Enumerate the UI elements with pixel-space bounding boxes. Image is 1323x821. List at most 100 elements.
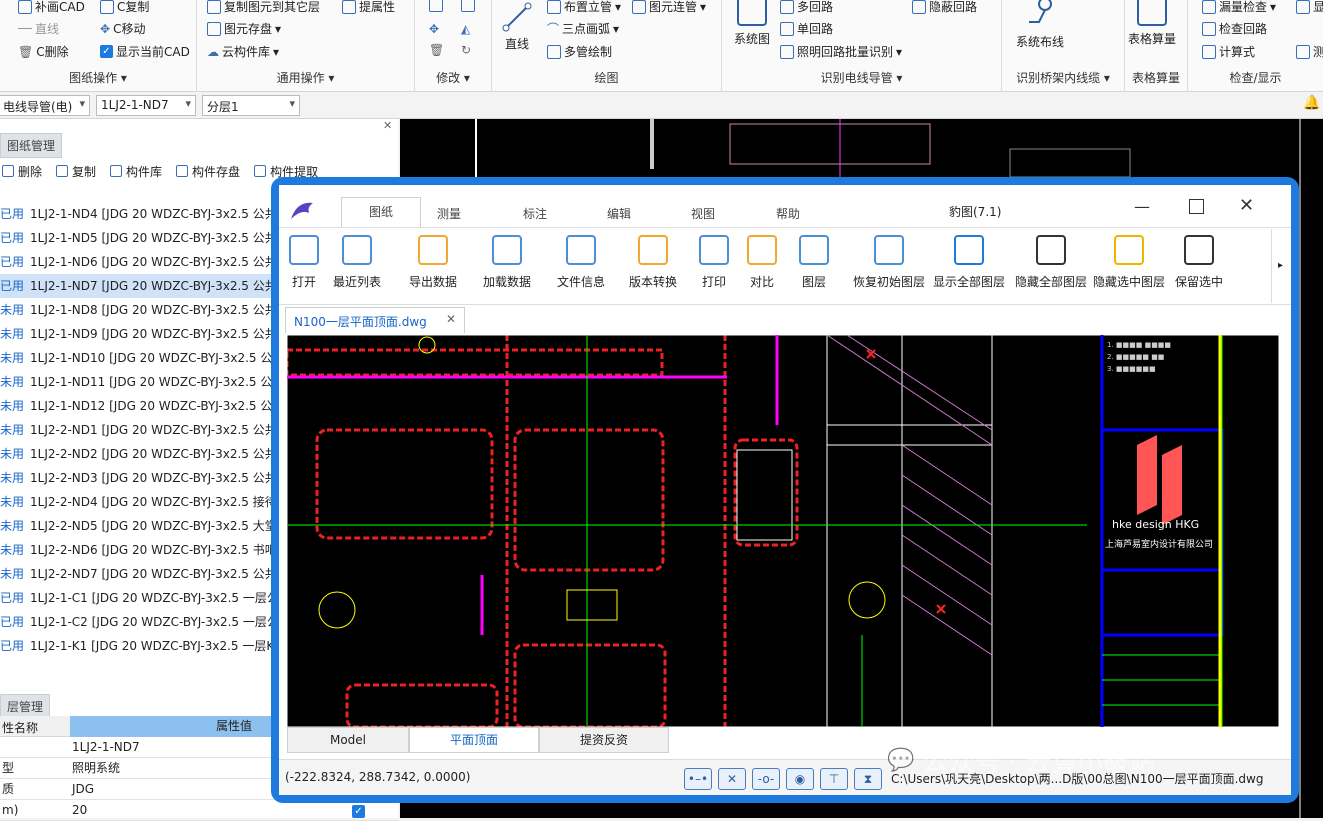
recent-list-button[interactable]: 最近列表 [333, 235, 381, 290]
layout-tab-plan[interactable]: 平面顶面 [409, 727, 539, 753]
check-icon [1202, 0, 1216, 14]
layout-tab-model[interactable]: Model [287, 727, 409, 753]
panther-logo-icon [289, 199, 317, 226]
mirror-tool-icon[interactable] [461, 0, 475, 12]
restore-layers-button[interactable]: 恢复初始图层 [853, 235, 925, 290]
display-button[interactable]: 显示 [1296, 0, 1323, 15]
usage-status: 未用 [0, 351, 25, 365]
button-label: 文件信息 [557, 275, 606, 289]
drawing-label: 1LJ2-1-K1 [JDG 20 WDZC-BYJ-3x2.5 一层K [30, 639, 275, 653]
close-icon[interactable]: ✕ [383, 119, 392, 132]
move-tool-icon[interactable]: ✥ [429, 22, 439, 36]
tab-edit[interactable]: 编辑 [607, 205, 631, 222]
copy-to-layer-button[interactable]: 复制图元到其它层 [207, 0, 320, 15]
drawing-label: 1LJ2-2-ND4 [JDG 20 WDZC-BYJ-3x2.5 接待 [30, 495, 277, 509]
baotu-window: 图纸 测量 标注 编辑 视图 帮助 豹图(7.1) — ✕ 打开 最近列表 导出数据… [271, 177, 1299, 803]
tab-annotate[interactable]: 标注 [523, 205, 547, 222]
usage-status: 未用 [0, 567, 25, 581]
ribbon-scroll-right-icon[interactable]: ▸ [1271, 229, 1289, 303]
patch-cad-button[interactable]: 补画CAD [18, 0, 85, 15]
copy-button[interactable]: 复制 [56, 159, 96, 183]
single-loop-button[interactable]: 单回路 [780, 20, 833, 37]
show-current-cad-checkbox[interactable]: ✓ 显示当前CAD [100, 43, 190, 60]
layer-select[interactable]: 分层1 [202, 95, 300, 116]
snap-cross-icon[interactable]: ✕ [718, 768, 746, 790]
tab-help[interactable]: 帮助 [776, 205, 800, 222]
cloud-library-button[interactable]: ☁ 云构件库 ▾ [207, 43, 279, 60]
multi-loop-button[interactable]: 多回路 [780, 0, 833, 15]
missing-check-button[interactable]: 漏量检查 ▾ [1202, 0, 1276, 15]
close-icon[interactable]: ✕ [1239, 195, 1254, 216]
delete-tool-icon[interactable]: 🗑 [429, 43, 444, 57]
open-button[interactable]: 打开 [289, 235, 319, 290]
print-button[interactable]: 打印 [699, 235, 729, 290]
snap-hourglass-icon[interactable]: ⧗ [854, 768, 882, 790]
snap-perpendicular-icon[interactable]: ⊤ [820, 768, 848, 790]
save-element-button[interactable]: 图元存盘 ▾ [207, 20, 281, 37]
svg-text:1. ■■■■ ■■■■: 1. ■■■■ ■■■■ [1107, 341, 1171, 349]
table-quantity-button[interactable]: 表格算量 [1128, 0, 1176, 47]
element-connect-button[interactable]: 图元连管 ▾ [632, 0, 706, 15]
export-data-button[interactable]: 导出数据 [409, 235, 457, 290]
bell-icon[interactable]: 🔔 [1303, 95, 1320, 111]
close-tab-icon[interactable]: ✕ [446, 312, 456, 326]
document-tab-label: N100一层平面顶面.dwg [294, 315, 427, 329]
draw-line-button[interactable]: 直线 [502, 2, 532, 52]
drawing-label: 1LJ2-1-ND9 [JDG 20 WDZC-BYJ-3x2.5 公共 [30, 327, 277, 341]
snap-midpoint-icon[interactable]: -o- [752, 768, 780, 790]
multi-pipe-button[interactable]: 多管绘制 [547, 43, 612, 60]
check-loop-button[interactable]: 检查回路 [1202, 20, 1267, 37]
load-data-button[interactable]: 加载数据 [483, 235, 531, 290]
file-info-button[interactable]: 文件信息 [557, 235, 605, 290]
extract-attr-button[interactable]: 提属性 [342, 0, 395, 15]
property-name: 型 [2, 761, 15, 775]
snap-center-icon[interactable]: ◉ [786, 768, 814, 790]
tab-drawing-manager[interactable]: 图纸管理 [0, 133, 63, 158]
multi-pipe-icon [547, 44, 561, 59]
tab-drawing[interactable]: 图纸 [341, 197, 421, 227]
snap-endpoint-icon[interactable]: •–• [684, 768, 712, 790]
hide-selected-layers-button[interactable]: 隐藏选中图层 [1093, 235, 1165, 290]
minimize-icon[interactable]: — [1134, 197, 1150, 216]
component-library-button[interactable]: 构件库 [110, 159, 162, 183]
batch-identify-button[interactable]: 照明回路批量识别 ▾ [780, 43, 902, 60]
component-select[interactable]: 1LJ2-1-ND7 [96, 95, 196, 116]
place-riser-button[interactable]: 布置立管 ▾ [547, 0, 621, 15]
ribbon: 补画CAD C复制 直线 ✥ C移动 🗑 C删除 ✓ 显示当前CAD 图纸操作 ▾ 复… [0, 0, 1323, 92]
maximize-icon[interactable] [1189, 199, 1204, 214]
mirror-triangle-icon[interactable]: ◭ [461, 22, 470, 36]
usage-status: 未用 [0, 399, 25, 413]
move-icon: ✥ [100, 21, 111, 36]
system-wiring-button[interactable]: 系统布线 [1016, 0, 1064, 50]
compare-button[interactable]: 对比 [747, 235, 777, 290]
c-copy-button[interactable]: C复制 [100, 0, 149, 15]
line-button-disabled[interactable]: 直线 [18, 20, 59, 37]
version-convert-icon [638, 235, 668, 265]
show-all-layers-button[interactable]: 显示全部图层 [933, 235, 1005, 290]
hide-all-layers-button[interactable]: 隐藏全部图层 [1015, 235, 1087, 290]
button-label: 对比 [749, 275, 774, 289]
measure-button[interactable]: 测 [1296, 43, 1323, 60]
component-save-button[interactable]: 构件存盘 [176, 159, 240, 183]
system-diagram-button[interactable]: 系统图 [734, 0, 770, 47]
group-label: 修改 ▾ [436, 71, 470, 85]
keep-selected-button[interactable]: 保留选中 [1175, 235, 1223, 290]
copy-tool-icon[interactable] [429, 0, 443, 12]
c-delete-button[interactable]: 🗑 C删除 [18, 43, 69, 60]
rotate-tool-icon[interactable]: ↻ [461, 43, 471, 57]
cad-canvas[interactable]: 1. ■■■■ ■■■■ 2. ■■■■■ ■■ 3. ■■■■■■ hke des… [287, 335, 1279, 727]
three-point-arc-button[interactable]: ⌒ 三点画弧 ▾ [547, 20, 619, 37]
document-tab[interactable]: N100一层平面顶面.dwg ✕ [285, 307, 465, 333]
layers-button[interactable]: 图层 [799, 235, 829, 290]
formula-button[interactable]: 计算式 [1202, 43, 1255, 60]
tab-measure[interactable]: 测量 [437, 205, 461, 222]
tab-view[interactable]: 视图 [691, 205, 715, 222]
usage-status: 未用 [0, 375, 25, 389]
type-select[interactable]: 电线导管(电) [0, 95, 90, 116]
hidden-loop-button[interactable]: 隐蔽回路 [912, 0, 977, 15]
c-move-button[interactable]: ✥ C移动 [100, 20, 145, 37]
checkbox-checked-icon[interactable]: ✓ [352, 805, 365, 818]
version-convert-button[interactable]: 版本转换 [629, 235, 677, 290]
delete-button[interactable]: 删除 [2, 159, 42, 183]
layout-tab-feedback[interactable]: 提资反资 [539, 727, 669, 753]
